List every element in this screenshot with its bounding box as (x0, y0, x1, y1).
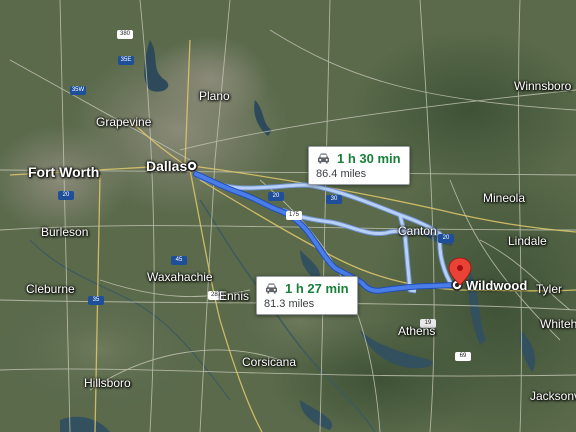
route-duration: 1 h 30 min (337, 151, 401, 166)
destination-label[interactable]: Wildwood (466, 279, 527, 292)
highway-shield: 20 (268, 192, 284, 201)
route-card-alternate[interactable]: 1 h 30 min 86.4 miles (308, 146, 410, 185)
city-label: Canton (398, 224, 437, 238)
city-label: Cleburne (26, 282, 75, 296)
route-card-primary[interactable]: 1 h 27 min 81.3 miles (256, 276, 358, 315)
city-label: Burleson (41, 225, 89, 239)
highway-shield: 45 (171, 256, 187, 265)
city-label: Plano (199, 89, 230, 103)
highway-shield: 30 (326, 195, 342, 204)
route-duration: 1 h 27 min (285, 281, 349, 296)
highway-shield: 20 (438, 234, 454, 243)
highway-shield: 35E (118, 56, 134, 65)
city-label: Winnsboro (514, 79, 572, 93)
highway-shield: 69 (455, 352, 471, 361)
car-icon (266, 283, 277, 294)
city-label: Athens (398, 324, 436, 338)
city-label: Tyler (536, 282, 563, 296)
map-view[interactable]: 380 35E 35W 20 20 20 175 45 287 35 19 30… (0, 0, 576, 432)
highway-shield: 20 (58, 191, 74, 200)
highway-shield: 35 (88, 296, 104, 305)
car-icon (318, 153, 329, 164)
city-label: Jacksonv (530, 389, 576, 403)
city-label: Dallas (146, 158, 188, 174)
city-label: Waxahachie (147, 270, 213, 284)
city-label: Mineola (483, 191, 526, 205)
highway-shield: 35W (70, 86, 86, 95)
highway-shield: 175 (286, 211, 302, 220)
city-label: Whiteh (540, 317, 576, 331)
city-label: Corsicana (242, 355, 297, 369)
city-label: Lindale (508, 234, 547, 248)
city-label: Grapevine (96, 115, 152, 129)
city-label: Ennis (219, 289, 250, 303)
route-distance: 86.4 miles (316, 168, 367, 180)
city-label: Hillsboro (84, 376, 131, 390)
route-distance: 81.3 miles (264, 298, 315, 310)
highway-shield: 380 (117, 30, 133, 39)
city-label: Fort Worth (28, 164, 100, 180)
